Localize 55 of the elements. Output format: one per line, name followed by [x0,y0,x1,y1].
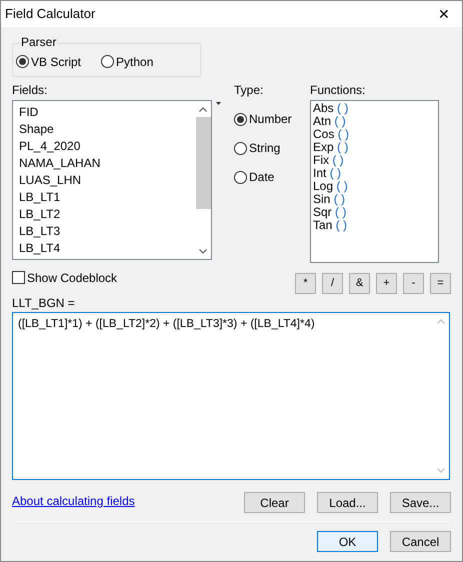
action-button[interactable]: Load... [317,492,378,513]
help-link[interactable]: About calculating fields [12,492,135,510]
parser-label: Parser [20,36,58,48]
operator-button[interactable]: * [295,273,316,294]
field-item[interactable]: LB_LT4 [19,240,195,257]
radio-label: Date [249,169,274,186]
field-item[interactable]: LB_LT3 [19,223,195,240]
dropdown-arrow-icon[interactable] [216,102,221,106]
field-item[interactable]: FID [19,104,195,121]
function-item[interactable]: Sqr ( ) [313,206,346,219]
function-item[interactable]: Cos ( ) [313,128,350,141]
type-label: Type: [234,82,264,98]
function-item[interactable]: Atn ( ) [313,115,346,128]
dialog-button[interactable]: Cancel [390,531,451,552]
dialog-button[interactable]: OK [317,531,378,552]
window-title: Field Calculator [5,5,96,24]
close-button[interactable]: ✕ [426,1,462,27]
radio-button[interactable] [101,55,114,68]
field-item[interactable]: Shape [19,121,195,138]
function-item[interactable]: Exp ( ) [313,141,348,154]
scroll-up-icon[interactable] [199,106,207,112]
operator-button[interactable]: & [349,273,370,294]
fields-label: Fields: [12,82,48,98]
action-button[interactable]: Clear [244,492,305,513]
function-item[interactable]: Sin ( ) [313,193,346,206]
function-item[interactable]: Tan ( ) [313,219,348,232]
field-item[interactable]: LB_LT1 [19,189,195,206]
field-item[interactable]: LUAS_LHN [19,172,195,189]
operator-button[interactable]: / [322,273,343,294]
functions-label: Functions: [310,82,366,98]
radio-button[interactable] [16,55,29,68]
operator-button[interactable]: = [430,273,451,294]
radio-button[interactable] [234,112,247,126]
expression-text: ([LB_LT1]*1) + ([LB_LT2]*2) + ([LB_LT3]*3) + ([LB_LT4]*4) [17,317,316,332]
function-item[interactable]: Abs ( ) [313,102,348,115]
expression-label: LLT_BGN = [12,295,75,311]
radio-label: String [249,140,280,157]
field-item[interactable]: NAMA_LAHAN [19,155,195,172]
function-item[interactable]: Int ( ) [313,167,342,180]
radio-label: VB Script [31,54,82,70]
radio-button[interactable] [234,142,247,154]
operator-button[interactable]: - [403,273,424,294]
field-item[interactable]: LB_LT2 [19,206,195,223]
scroll-down-icon[interactable] [199,248,207,254]
field-item[interactable]: PL_4_2020 [19,138,195,155]
function-item[interactable]: Fix ( ) [313,154,344,167]
function-item[interactable]: Log ( ) [313,180,348,193]
radio-label: Number [249,111,292,128]
radio-label: Python [116,54,154,70]
operator-button[interactable]: + [376,273,397,294]
radio-button[interactable] [234,170,247,184]
action-button[interactable]: Save... [390,492,451,513]
checkbox-label: Show Codeblock [27,270,118,286]
checkbox[interactable] [12,271,25,284]
scrollbar-thumb[interactable] [196,117,210,209]
